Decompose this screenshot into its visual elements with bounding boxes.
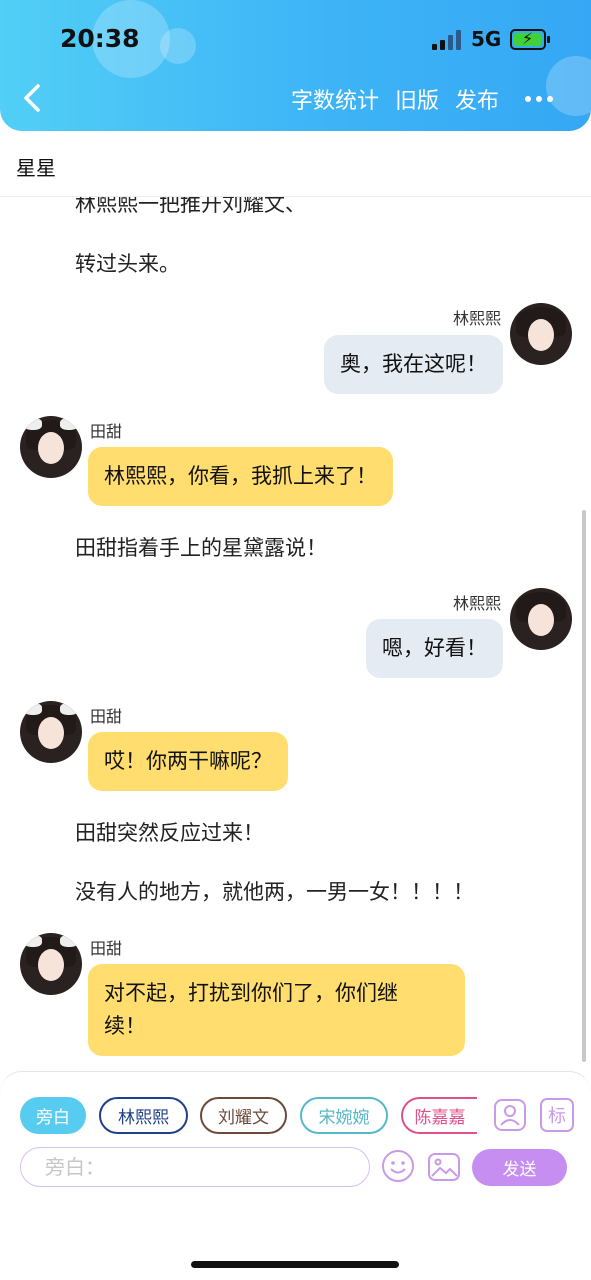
scrollbar[interactable] <box>582 510 586 1062</box>
role-chip-narrator[interactable]: 旁白 <box>20 1097 86 1134</box>
speaker-name: 林熙熙 <box>452 594 501 613</box>
narration-text: 田甜突然反应过来！ <box>75 821 264 845</box>
role-chip-songwanwan[interactable]: 宋婉婉 <box>300 1097 388 1134</box>
publish-button[interactable]: 发布 <box>455 83 499 115</box>
message-bubble[interactable]: 奥，我在这呢！ <box>324 335 503 394</box>
avatar[interactable] <box>20 701 82 763</box>
message-bubble[interactable]: 林熙熙，你看，我抓上来了！ <box>88 447 393 506</box>
narration-text: 没有人的地方，就他两，一男一女！！！！ <box>75 880 474 904</box>
narration-text: 转过头来。 <box>75 252 180 276</box>
more-icon[interactable] <box>525 96 553 102</box>
signal-icon <box>432 30 462 50</box>
word-count-button[interactable]: 字数统计 <box>291 83 379 115</box>
role-chip-linxixi[interactable]: 林熙熙 <box>99 1097 188 1134</box>
message-line: 续！ <box>104 1014 146 1038</box>
emoji-icon[interactable] <box>381 1149 415 1183</box>
narration-text: 田甜指着手上的星黛露说！ <box>75 536 327 560</box>
speaker-name: 田甜 <box>90 707 123 726</box>
composer-input[interactable] <box>45 1155 345 1179</box>
composer-panel: 旁白 林熙熙 刘耀文 宋婉婉 陈嘉嘉 标 旁白： 发送 <box>0 1071 591 1280</box>
message-line: 对不起，打扰到你们了，你们继 <box>104 981 398 1005</box>
speaker-name: 田甜 <box>90 939 123 958</box>
top-header: 20:38 5G ⚡ 字数统计 旧版 发布 <box>0 0 591 131</box>
back-button[interactable] <box>18 80 48 116</box>
mark-label: 标 <box>548 1106 566 1127</box>
message-bubble[interactable]: 嗯，好看！ <box>366 619 503 678</box>
mark-icon[interactable]: 标 <box>540 1098 574 1132</box>
network-type: 5G <box>471 27 502 51</box>
message-bubble[interactable]: 哎！你两干嘛呢？ <box>88 732 288 791</box>
role-chip-liuyaowen[interactable]: 刘耀文 <box>200 1097 287 1134</box>
avatar[interactable] <box>20 933 82 995</box>
image-icon[interactable] <box>427 1151 461 1185</box>
avatar[interactable] <box>510 303 572 365</box>
story-content[interactable]: 林熙熙一把推开刘耀文、 转过头来。 林熙熙 奥，我在这呢！ 田甜 林熙熙，你看，… <box>0 197 591 1070</box>
chevron-left-icon <box>24 84 40 112</box>
battery-icon: ⚡ <box>510 29 550 50</box>
story-title: 星星 <box>16 156 56 180</box>
send-button[interactable]: 发送 <box>472 1149 567 1186</box>
old-version-button[interactable]: 旧版 <box>395 83 439 115</box>
role-chip-chenjiajia[interactable]: 陈嘉嘉 <box>401 1097 477 1134</box>
narration-text: 林熙熙一把推开刘耀文、 <box>75 197 306 216</box>
home-indicator[interactable] <box>191 1261 399 1268</box>
status-time: 20:38 <box>60 24 140 53</box>
speaker-name: 田甜 <box>90 422 123 441</box>
screen: 20:38 5G ⚡ 字数统计 旧版 发布 星星 林熙熙一把推开刘耀文、 转过头… <box>0 0 591 1280</box>
composer-input-box[interactable] <box>20 1147 370 1187</box>
decor-bubble <box>160 28 196 64</box>
avatar[interactable] <box>20 416 82 478</box>
header-actions: 字数统计 旧版 发布 <box>291 82 591 116</box>
role-manage-icon[interactable] <box>493 1098 527 1132</box>
message-bubble[interactable]: 对不起，打扰到你们了，你们继 续！ <box>88 964 465 1056</box>
speaker-name: 林熙熙 <box>452 309 501 328</box>
avatar[interactable] <box>510 588 572 650</box>
